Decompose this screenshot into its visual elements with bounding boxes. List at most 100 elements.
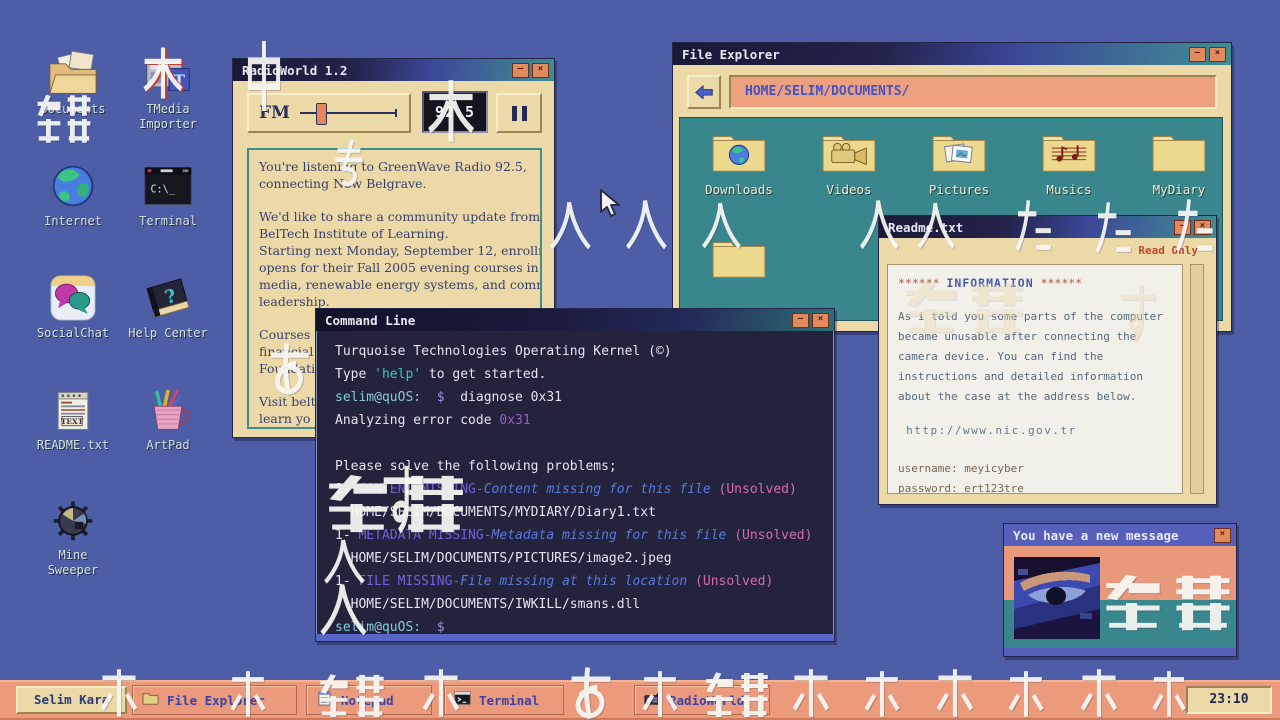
close-button[interactable]: × [1214, 528, 1231, 543]
terminal-line [335, 436, 833, 459]
address-bar[interactable]: HOME/SELIM/DOCUMENTS/ [729, 75, 1217, 109]
readme-scrollbar[interactable] [1190, 264, 1204, 494]
artpad-icon [142, 386, 194, 434]
desktop-icon-label: Help Center [120, 326, 216, 341]
back-button[interactable] [687, 75, 721, 109]
frequency-display: 92.5 [422, 91, 488, 133]
terminal-icon: C:\_ [142, 162, 194, 210]
desktop-icon-label: TMedia Importer [120, 102, 216, 132]
terminal-line: HOME/SELIM/DOCUMENTS/IWKILL/smans.dll [335, 597, 833, 620]
terminal-line: Turquoise Technologies Operating Kernel … [335, 344, 833, 367]
pause-icon [522, 106, 527, 121]
slider-handle[interactable] [316, 103, 327, 125]
radioworld-title: RadioWorld 1.2 [242, 63, 509, 78]
desktop-icon-label: Terminal [120, 214, 216, 229]
desktop-icon-label: Mine Sweeper [25, 548, 121, 578]
desktop-icon-terminal[interactable]: C:\_ Terminal [120, 162, 216, 229]
notification-titlebar[interactable]: You have a new message × [1004, 524, 1236, 546]
folder-icon [708, 234, 770, 282]
message-image[interactable] [1014, 557, 1100, 639]
readme-body: Read Only ****** INFORMATION ****** As i… [879, 238, 1216, 502]
window-edge [316, 634, 834, 641]
taskbar-item-label: Notepad [341, 693, 394, 708]
folder-label: MyDiary [1127, 182, 1231, 197]
taskbar-item-label: File Explorer [167, 693, 265, 708]
start-button[interactable]: Selim Kara [16, 686, 127, 714]
notification-title: You have a new message [1013, 528, 1211, 543]
desktop-icon-label: ArtPad [120, 438, 216, 453]
readme-title: Readme.txt [888, 220, 1171, 235]
folder-videos[interactable]: Videos [797, 128, 901, 197]
desktop-icon-readme-txt[interactable]: TEXT README.txt [25, 386, 121, 453]
terminal-line: Please solve the following problems; [335, 459, 833, 482]
terminal-line: Analyzing error code 0x31 [335, 413, 833, 436]
readme-text-panel: ****** INFORMATION ****** As i told you … [887, 264, 1183, 494]
globe-icon [47, 162, 99, 210]
desktop-icon-mine-sweeper[interactable]: Mine Sweeper [25, 496, 121, 578]
close-button[interactable]: × [1194, 220, 1211, 235]
taskbar-item-radioworld[interactable]: RadioWorld [634, 685, 770, 715]
readme-paragraph: As i told you some parts of the computer… [898, 307, 1172, 407]
folder-label: Videos [797, 182, 901, 197]
folder-icon [141, 690, 160, 711]
mine-icon [47, 496, 99, 544]
textfile-icon: TEXT [47, 386, 99, 434]
folder-downloads[interactable]: Downloads [687, 128, 791, 197]
radio-icon [643, 690, 662, 711]
glitch-glyph-iru [624, 196, 668, 252]
readme-window: Readme.txt — × Read Only ****** INFORMAT… [878, 215, 1217, 505]
taskbar-item-terminal[interactable]: Terminal [444, 685, 564, 715]
minimize-button[interactable]: — [792, 313, 809, 328]
terminal-line: 1- CONTENT MISSING-Content missing for t… [335, 482, 833, 505]
svg-text:TEXT: TEXT [61, 417, 84, 426]
close-button[interactable]: × [812, 313, 829, 328]
taskbar-item-file-explorer[interactable]: File Explorer [132, 685, 297, 715]
folder-icon [1038, 128, 1100, 176]
terminal-line: 1- METADATA MISSING-Metadata missing for… [335, 528, 833, 551]
mouse-cursor [598, 188, 624, 218]
pause-button[interactable] [496, 93, 542, 133]
folder-label: Downloads [687, 182, 791, 197]
radioworld-titlebar[interactable]: RadioWorld 1.2 — × [233, 59, 554, 81]
folder-musics[interactable]: Musics [1017, 128, 1121, 197]
desktop: DocumentsTTMedia Importer Internet C:\_ Ter… [0, 0, 1280, 720]
minimize-button[interactable]: — [512, 63, 529, 78]
terminal-line: selim@quOS: $ [335, 620, 833, 634]
minimize-button[interactable]: — [1189, 47, 1206, 62]
frequency-slider[interactable] [300, 102, 399, 124]
taskbar-clock: 23:10 [1186, 686, 1272, 714]
taskbar: Selim Kara File Explorer Notepad Terminal R… [0, 680, 1280, 720]
readme-paragraph: password: ert123tre [898, 479, 1172, 494]
taskbar-item-label: RadioWorld [669, 693, 744, 708]
readme-titlebar[interactable]: Readme.txt — × [879, 216, 1216, 238]
folder-label: Musics [1017, 182, 1121, 197]
folder-mydiary[interactable]: MyDiary [1127, 128, 1231, 197]
terminal-output[interactable]: Turquoise Technologies Operating Kernel … [316, 331, 834, 634]
svg-text:C:\_: C:\_ [150, 184, 175, 195]
slider-track [300, 112, 397, 114]
close-button[interactable]: × [532, 63, 549, 78]
folder-icon [928, 128, 990, 176]
terminal-line: 1- FILE MISSING-File missing at this loc… [335, 574, 833, 597]
readme-paragraph: username: meyicyber [898, 459, 1172, 479]
desktop-icon-internet[interactable]: Internet [25, 162, 121, 229]
file-explorer-titlebar[interactable]: File Explorer — × [673, 43, 1231, 65]
close-button[interactable]: × [1209, 47, 1226, 62]
desktop-icon-label: Documents [25, 102, 121, 117]
message-notification-window: You have a new message × [1003, 523, 1237, 657]
desktop-icon-tmedia-importer[interactable]: TTMedia Importer [120, 50, 216, 132]
folder-docs-icon [47, 50, 99, 98]
readme-paragraph: http://www.nic.gov.tr [898, 421, 1172, 441]
desktop-icon-artpad[interactable]: ArtPad [120, 386, 216, 453]
folder-unnamed[interactable] [687, 234, 791, 286]
folder-pictures[interactable]: Pictures [907, 128, 1011, 197]
taskbar-item-notepad[interactable]: Notepad [306, 685, 432, 715]
command-line-titlebar[interactable]: Command Line — × [316, 309, 834, 331]
desktop-icon-label: README.txt [25, 438, 121, 453]
desktop-icon-documents[interactable]: Documents [25, 50, 121, 117]
desktop-icon-socialchat[interactable]: SocialChat [25, 274, 121, 341]
minimize-button[interactable]: — [1174, 220, 1191, 235]
terminal-line: selim@quOS: $ diagnose 0x31 [335, 390, 833, 413]
pixel-eye-image [1014, 557, 1100, 639]
desktop-icon-help-center[interactable]: ?Help Center [120, 274, 216, 341]
